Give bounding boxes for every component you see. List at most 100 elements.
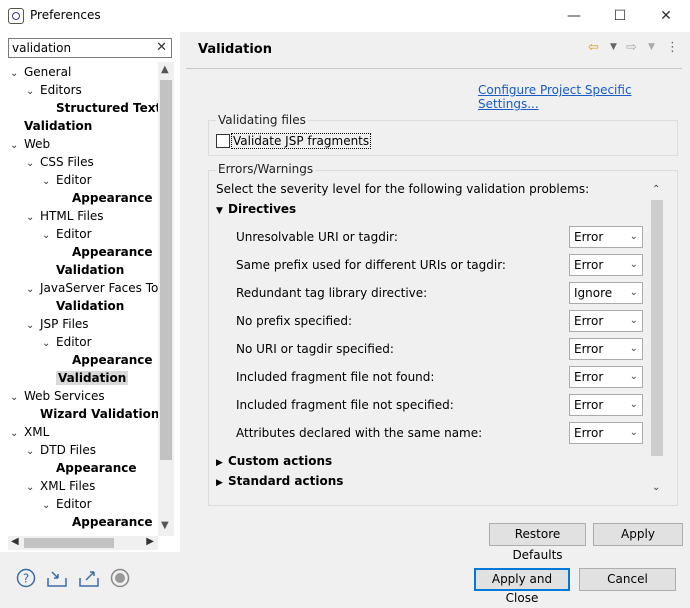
back-dropdown-icon[interactable]: ▼ [610, 42, 617, 52]
expand-down-icon[interactable]: ⌄ [10, 65, 24, 83]
tree-horizontal-scrollbar[interactable]: ◀ ▶ [8, 536, 158, 550]
title-bar: Preferences — ☐ ✕ [0, 0, 690, 32]
expand-right-icon[interactable]: ▶ [216, 478, 228, 488]
apply-and-close-button[interactable]: Apply and Close [474, 568, 570, 605]
cancel-button[interactable]: Cancel [579, 568, 676, 591]
import-icon[interactable] [46, 568, 67, 588]
tree-item[interactable]: ⌄ JSP Files [26, 315, 89, 333]
tree-item[interactable]: Appearance [58, 243, 153, 261]
record-icon[interactable] [110, 568, 130, 588]
tree-item[interactable]: ⌄ JavaServer Faces Too [26, 279, 158, 297]
tree-item[interactable]: Wizard Validation [26, 405, 158, 423]
tree-item[interactable]: Appearance [58, 189, 153, 207]
directives-section[interactable]: ▼ Directives [216, 202, 296, 216]
clear-filter-icon[interactable]: ✕ [156, 40, 167, 55]
expand-down-icon[interactable]: ⌄ [10, 425, 24, 443]
filter-input[interactable] [9, 39, 155, 57]
scroll-up-icon[interactable]: ▲ [161, 64, 169, 75]
back-arrow-icon[interactable]: ⇦ [588, 40, 599, 55]
scroll-thumb[interactable] [160, 80, 172, 460]
scroll-right-icon[interactable]: ▶ [146, 536, 154, 547]
standard-actions-section[interactable]: ▶ Standard actions [216, 474, 343, 488]
custom-actions-section[interactable]: ▶ Custom actions [216, 454, 332, 468]
scroll-down-icon[interactable]: ▼ [161, 520, 169, 531]
severity-select[interactable]: Error ⌄ [569, 422, 643, 444]
tree-item[interactable]: ⌄ General [10, 63, 71, 81]
view-menu-icon[interactable]: ⋮ [666, 40, 679, 55]
expand-down-icon[interactable]: ⌄ [26, 317, 40, 335]
severity-value: Error [574, 230, 604, 244]
tree-item[interactable]: Validation [42, 297, 124, 315]
expand-down-icon[interactable]: ⌄ [26, 83, 40, 101]
tree-vertical-scrollbar[interactable]: ▲ ▼ [158, 62, 174, 536]
tree-item[interactable]: Validation [42, 369, 129, 387]
tree-item-label: HTML Files [40, 209, 104, 223]
severity-select[interactable]: Error ⌄ [569, 226, 643, 248]
tree-item[interactable]: Validation [10, 117, 92, 135]
tree-item[interactable]: ⌄ Editor [42, 171, 92, 189]
tree-item[interactable]: ⌄ CSS Files [26, 153, 94, 171]
expand-right-icon[interactable]: ▶ [216, 458, 228, 468]
expand-down-icon[interactable]: ⌄ [42, 173, 56, 191]
severity-select[interactable]: Error ⌄ [569, 310, 643, 332]
expand-down-icon[interactable]: ⌄ [26, 209, 40, 227]
apply-button[interactable]: Apply [593, 523, 683, 546]
scroll-thumb[interactable] [651, 200, 663, 456]
tree-item[interactable]: ⌄ DTD Files [26, 441, 96, 459]
problem-label: No prefix specified: [236, 314, 353, 328]
export-icon[interactable] [78, 568, 99, 588]
expand-down-icon[interactable]: ⌄ [10, 137, 24, 155]
tree-item[interactable]: ⌄ XML Files [26, 477, 95, 495]
help-icon[interactable]: ? [16, 568, 36, 588]
validate-jsp-fragments-label[interactable]: Validate JSP fragments [231, 133, 372, 149]
expand-down-icon[interactable]: ⌄ [42, 497, 56, 515]
tree-item[interactable]: ⌄ Editor [42, 495, 92, 513]
close-button[interactable]: ✕ [652, 6, 680, 26]
severity-select[interactable]: Error ⌄ [569, 366, 643, 388]
forward-arrow-icon[interactable]: ⇨ [626, 40, 637, 55]
tree-item[interactable]: ⌄ Web [10, 135, 50, 153]
tree-item[interactable]: Structured Text [42, 99, 158, 117]
validate-jsp-fragments-checkbox[interactable] [216, 134, 230, 148]
scroll-left-icon[interactable]: ◀ [11, 536, 19, 547]
scroll-down-icon[interactable]: ⌄ [652, 482, 660, 493]
scroll-up-icon[interactable]: ⌃ [652, 184, 660, 195]
tree-item[interactable]: Appearance [58, 351, 153, 369]
expand-down-icon[interactable]: ⌄ [42, 227, 56, 245]
tree-item[interactable]: Appearance [42, 459, 137, 477]
tree-item[interactable]: Appearance [58, 513, 153, 531]
scroll-thumb[interactable] [24, 538, 114, 548]
tree-item[interactable]: Validation [42, 261, 124, 279]
tree-item-label: Appearance [56, 461, 137, 475]
tree-item[interactable]: ⌄ Web Services [10, 387, 105, 405]
severity-value: Error [574, 342, 604, 356]
minimize-button[interactable]: — [560, 6, 588, 26]
eclipse-app-icon [8, 8, 24, 24]
restore-defaults-button[interactable]: Restore Defaults [489, 523, 586, 562]
severity-select[interactable]: Error ⌄ [569, 254, 643, 276]
tree-item[interactable]: ⌄ HTML Files [26, 207, 104, 225]
forward-dropdown-icon[interactable]: ▼ [648, 42, 655, 52]
severity-select[interactable]: Ignore ⌄ [569, 282, 643, 304]
page-title: Validation [198, 42, 272, 57]
problem-label: Same prefix used for different URIs or t… [236, 258, 506, 272]
expand-down-icon[interactable]: ⌄ [42, 335, 56, 353]
tree-item-label: Editor [56, 335, 92, 349]
expand-down-icon[interactable]: ⌄ [26, 281, 40, 299]
tree-item[interactable]: ⌄ Editor [42, 225, 92, 243]
severity-value: Ignore [574, 286, 613, 300]
severity-select[interactable]: Error ⌄ [569, 338, 643, 360]
problems-scrollbar[interactable]: ⌃ ⌄ [650, 182, 664, 500]
expand-down-icon[interactable]: ⌄ [26, 479, 40, 497]
configure-project-settings-link[interactable]: Configure Project Specific Settings... [478, 83, 690, 111]
tree-item[interactable]: ⌄ XML [10, 423, 49, 441]
expand-down-icon[interactable]: ⌄ [26, 155, 40, 173]
preference-tree: ⌄ General ⌄ Editors Structured Text Validatio… [0, 62, 158, 536]
tree-item[interactable]: ⌄ Editors [26, 81, 82, 99]
tree-item[interactable]: ⌄ Editor [42, 333, 92, 351]
maximize-button[interactable]: ☐ [606, 6, 634, 26]
expand-down-icon[interactable]: ⌄ [10, 389, 24, 407]
expand-down-icon[interactable]: ⌄ [26, 443, 40, 461]
severity-select[interactable]: Error ⌄ [569, 394, 643, 416]
expand-down-icon[interactable]: ▼ [216, 206, 228, 216]
